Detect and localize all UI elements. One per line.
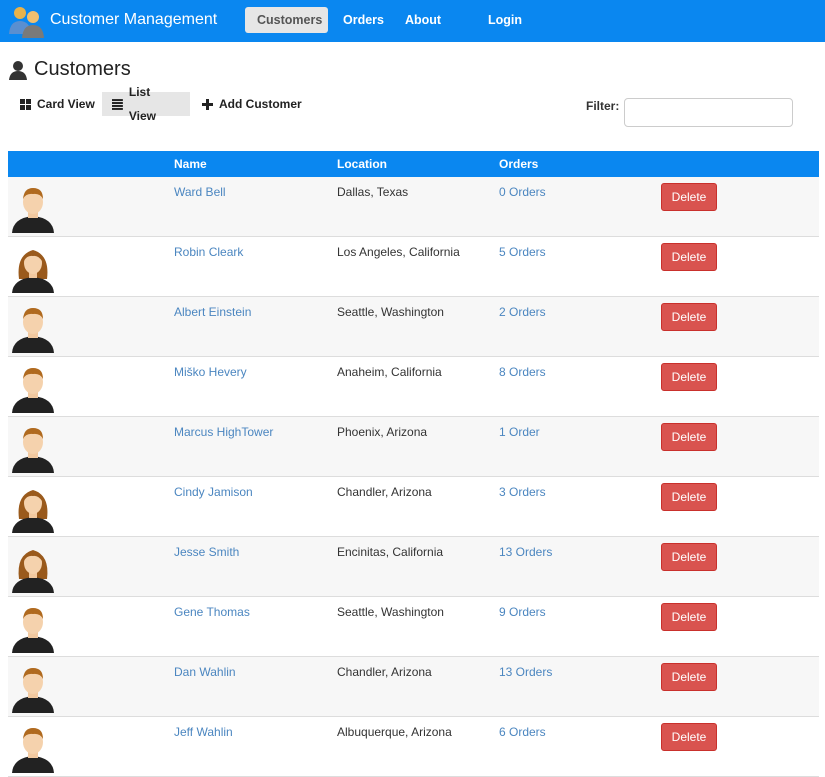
avatar <box>10 425 56 473</box>
delete-button[interactable]: Delete <box>661 723 717 751</box>
table-row: Gene Thomas Seattle, Washington 9 Orders De… <box>8 597 819 657</box>
grid-icon <box>20 98 31 110</box>
customer-name-link[interactable]: Dan Wahlin <box>174 665 236 679</box>
customer-orders-link[interactable]: 9 Orders <box>499 605 546 619</box>
add-customer-label: Add Customer <box>219 97 302 111</box>
customers-table: Name Location Orders Ward Bell Dallas, Te… <box>8 151 819 777</box>
customer-location: Dallas, Texas <box>337 185 409 199</box>
customer-location: Seattle, Washington <box>337 305 444 319</box>
delete-button[interactable]: Delete <box>661 183 717 211</box>
customer-location: Albuquerque, Arizona <box>337 725 452 739</box>
customer-name-link[interactable]: Cindy Jamison <box>174 485 253 499</box>
customer-location: Encinitas, California <box>337 545 444 559</box>
filter-input[interactable] <box>624 98 793 127</box>
customer-orders-link[interactable]: 8 Orders <box>499 365 546 379</box>
table-row: Miško Hevery Anaheim, California 8 Orders D… <box>8 357 819 417</box>
delete-button[interactable]: Delete <box>661 243 717 271</box>
customer-name-link[interactable]: Gene Thomas <box>174 605 250 619</box>
customer-orders-link[interactable]: 2 Orders <box>499 305 546 319</box>
table-body: Ward Bell Dallas, Texas 0 Orders Delete Robi… <box>8 177 819 777</box>
customer-orders-link[interactable]: 1 Order <box>499 425 540 439</box>
top-navbar: Customer Management Customers Orders Abo… <box>0 0 825 42</box>
customer-location: Anaheim, California <box>337 365 442 379</box>
customer-location: Phoenix, Arizona <box>337 425 428 439</box>
table-row: Cindy Jamison Chandler, Arizona 3 Orders De… <box>8 477 819 537</box>
avatar <box>10 185 56 233</box>
list-icon <box>112 98 123 110</box>
customer-name-link[interactable]: Jeff Wahlin <box>174 725 233 739</box>
table-row: Marcus HighTower Phoenix, Arizona 1 Order D… <box>8 417 819 477</box>
add-customer-button[interactable]: Add Customer <box>192 92 312 116</box>
customer-location: Chandler, Arizona <box>337 665 432 679</box>
app-title: Customer Management <box>50 11 218 28</box>
customer-orders-link[interactable]: 0 Orders <box>499 185 546 199</box>
nav-orders[interactable]: Orders <box>331 7 396 33</box>
delete-button[interactable]: Delete <box>661 423 717 451</box>
delete-button[interactable]: Delete <box>661 483 717 511</box>
delete-button[interactable]: Delete <box>661 543 717 571</box>
header-location: Location <box>337 157 387 171</box>
card-view-button[interactable]: Card View <box>10 92 105 116</box>
customer-name-link[interactable]: Albert Einstein <box>174 305 251 319</box>
card-view-label: Card View <box>37 97 95 111</box>
avatar <box>10 365 56 413</box>
list-view-label: List View <box>128 85 156 123</box>
table-row: Ward Bell Dallas, Texas 0 Orders Delete <box>8 177 819 237</box>
table-row: Robin Cleark Los Angeles, California 5 Ord… <box>8 237 819 297</box>
filter-label: Filter: <box>586 99 620 113</box>
customer-orders-link[interactable]: 6 Orders <box>499 725 546 739</box>
customer-location: Los Angeles, California <box>337 245 460 259</box>
customer-orders-link[interactable]: 13 Orders <box>499 665 552 679</box>
user-icon <box>9 60 27 80</box>
page-heading: Customers <box>8 58 131 81</box>
customer-name-link[interactable]: Miško Hevery <box>174 365 247 379</box>
users-logo-icon <box>9 7 44 38</box>
plus-icon <box>202 98 213 110</box>
list-view-button[interactable]: List View <box>102 85 190 123</box>
avatar <box>10 725 56 773</box>
customer-orders-link[interactable]: 3 Orders <box>499 485 546 499</box>
customer-name-link[interactable]: Robin Cleark <box>174 245 243 259</box>
avatar <box>10 605 56 653</box>
avatar <box>10 485 56 533</box>
customer-orders-link[interactable]: 13 Orders <box>499 545 552 559</box>
header-name: Name <box>174 157 207 171</box>
nav-about[interactable]: About <box>393 7 453 33</box>
customer-name-link[interactable]: Jesse Smith <box>174 545 239 559</box>
table-header: Name Location Orders <box>8 151 819 177</box>
customer-location: Seattle, Washington <box>337 605 444 619</box>
delete-button[interactable]: Delete <box>661 303 717 331</box>
table-row: Jeff Wahlin Albuquerque, Arizona 6 Orders D… <box>8 717 819 777</box>
nav-customers[interactable]: Customers <box>245 7 328 33</box>
avatar <box>10 545 56 593</box>
delete-button[interactable]: Delete <box>661 363 717 391</box>
table-row: Dan Wahlin Chandler, Arizona 13 Orders Dele… <box>8 657 819 717</box>
table-row: Jesse Smith Encinitas, California 13 Order… <box>8 537 819 597</box>
page-title: Customers <box>34 58 131 80</box>
avatar <box>10 305 56 353</box>
header-orders: Orders <box>499 157 539 171</box>
customer-orders-link[interactable]: 5 Orders <box>499 245 546 259</box>
customer-name-link[interactable]: Ward Bell <box>174 185 226 199</box>
nav-login[interactable]: Login <box>476 7 534 33</box>
customer-location: Chandler, Arizona <box>337 485 432 499</box>
delete-button[interactable]: Delete <box>661 603 717 631</box>
customer-name-link[interactable]: Marcus HighTower <box>174 425 273 439</box>
avatar <box>10 245 56 293</box>
delete-button[interactable]: Delete <box>661 663 717 691</box>
avatar <box>10 665 56 713</box>
table-row: Albert Einstein Seattle, Washington 2 Orde… <box>8 297 819 357</box>
